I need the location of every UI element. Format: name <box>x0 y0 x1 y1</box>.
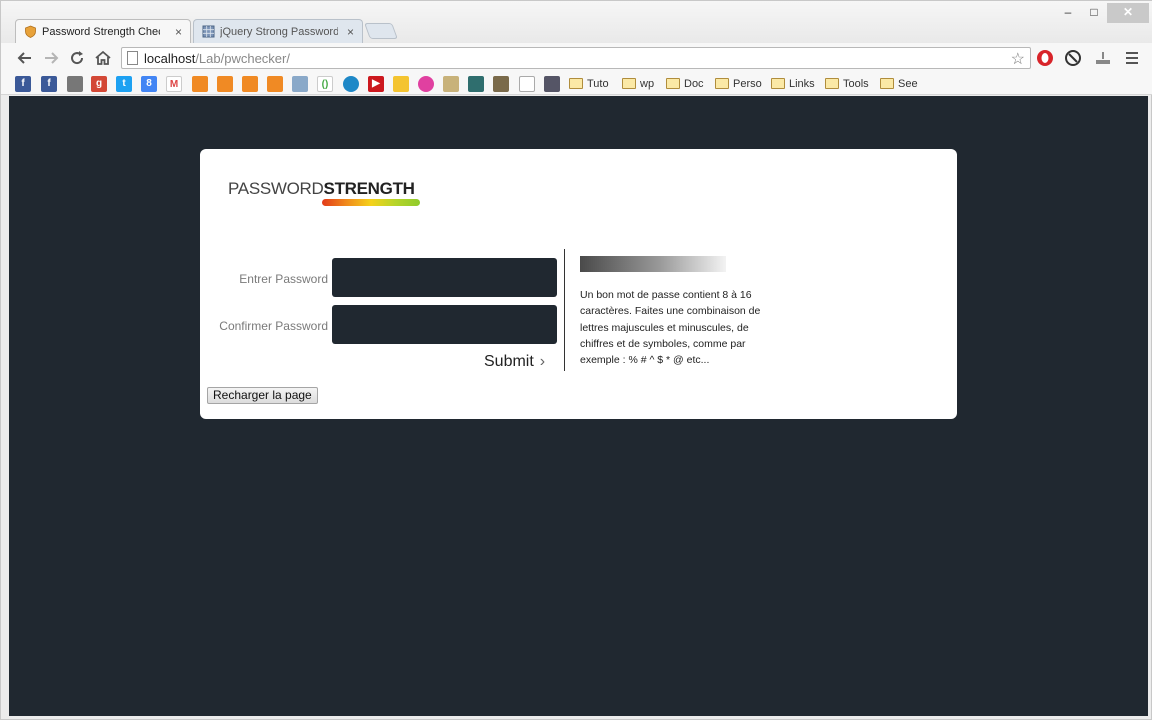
password-hint: Un bon mot de passe contient 8 à 16 cara… <box>580 289 761 367</box>
folder-icon <box>771 78 785 89</box>
bookmark-icon[interactable] <box>544 76 560 92</box>
confirm-password-input[interactable] <box>332 305 557 344</box>
confirm-password-label: Confirmer Password <box>219 319 328 333</box>
folder-icon <box>715 78 729 89</box>
google-icon[interactable]: 8 <box>141 76 157 92</box>
page-icon <box>127 51 138 65</box>
bookmark-icon[interactable] <box>292 76 308 92</box>
address-bar[interactable]: localhost/Lab/pwchecker/ ☆ <box>121 47 1031 69</box>
strength-meter <box>580 256 726 272</box>
bookmark-folder-label: Perso <box>733 78 762 90</box>
url-text: localhost/Lab/pwchecker/ <box>144 51 290 66</box>
bookmark-icon[interactable] <box>468 76 484 92</box>
forward-arrow-icon[interactable] <box>41 48 61 68</box>
bookmark-folder-links[interactable]: Links <box>771 76 815 92</box>
bookmark-icon[interactable]: () <box>317 76 333 92</box>
folder-icon <box>622 78 636 89</box>
bookmark-icon[interactable] <box>242 76 258 92</box>
chevron-right-icon: › <box>539 353 546 370</box>
password-label: Entrer Password <box>239 272 328 286</box>
twitter-icon[interactable]: t <box>116 76 132 92</box>
folder-icon <box>825 78 839 89</box>
extension-icon[interactable] <box>1064 49 1082 67</box>
bookmark-icon[interactable] <box>393 76 409 92</box>
bookmark-folder-wp[interactable]: wp <box>622 76 654 92</box>
bookmark-icon[interactable] <box>343 76 359 92</box>
back-arrow-icon[interactable] <box>15 48 35 68</box>
menu-icon[interactable] <box>1123 49 1141 67</box>
password-input[interactable] <box>332 258 557 297</box>
logo-strength-bar <box>322 199 420 206</box>
bookmark-icon[interactable] <box>519 76 535 92</box>
facebook-icon[interactable]: f <box>41 76 57 92</box>
folder-icon <box>666 78 680 89</box>
bookmark-folder-label: Tools <box>843 78 869 90</box>
tab-strip: Password Strength Check × jQuery Strong … <box>1 1 1152 43</box>
folder-icon <box>569 78 583 89</box>
facebook-icon[interactable]: f <box>15 76 31 92</box>
reload-icon[interactable] <box>67 48 87 68</box>
close-window-button[interactable]: ✕ <box>1107 3 1149 23</box>
home-icon[interactable] <box>93 48 113 68</box>
opera-extension-icon[interactable] <box>1036 49 1054 67</box>
grid-favicon-icon <box>202 25 215 38</box>
bookmark-folder-tools[interactable]: Tools <box>825 76 869 92</box>
bookmark-icon[interactable] <box>493 76 509 92</box>
bookmark-icon[interactable] <box>217 76 233 92</box>
new-tab-button[interactable] <box>364 23 398 39</box>
tab-jquery-strong-password[interactable]: jQuery Strong Password F × <box>193 19 363 43</box>
tab-title: jQuery Strong Password F <box>220 26 338 38</box>
bookmark-star-icon[interactable]: ☆ <box>1011 49 1025 69</box>
bookmark-icon[interactable] <box>418 76 434 92</box>
browser-window: Password Strength Check × jQuery Strong … <box>0 0 1152 720</box>
folder-icon <box>880 78 894 89</box>
submit-button[interactable]: Submit › <box>484 353 545 371</box>
url-host: localhost <box>144 51 196 66</box>
bookmark-folder-label: wp <box>640 78 655 90</box>
bookmark-folder-doc[interactable]: Doc <box>666 76 704 92</box>
bookmark-folder-perso[interactable]: Perso <box>715 76 762 92</box>
bookmark-icon[interactable] <box>67 76 83 92</box>
tab-close-icon[interactable]: × <box>347 20 354 43</box>
vertical-divider <box>564 249 565 371</box>
page-viewport: PASSWORDSTRENGTH Entrer Password Confirm… <box>9 96 1148 716</box>
gmail-icon[interactable]: M <box>166 76 182 92</box>
bookmark-folder-tuto[interactable]: Tuto <box>569 76 609 92</box>
password-strength-logo: PASSWORDSTRENGTH <box>228 179 415 199</box>
logo-light-text: PASSWORD <box>228 179 324 198</box>
tab-title: Password Strength Check <box>42 26 160 38</box>
shield-favicon-icon <box>25 25 36 38</box>
password-card: PASSWORDSTRENGTH Entrer Password Confirm… <box>200 149 957 419</box>
bookmark-icon[interactable] <box>192 76 208 92</box>
youtube-icon[interactable]: ▶ <box>368 76 384 92</box>
bookmark-folder-label: Links <box>789 78 815 90</box>
submit-label: Submit <box>484 353 534 370</box>
reload-page-button[interactable]: Recharger la page <box>207 387 318 404</box>
minimize-button[interactable]: – <box>1055 3 1081 23</box>
browser-toolbar: localhost/Lab/pwchecker/ ☆ <box>1 43 1152 73</box>
tab-password-strength[interactable]: Password Strength Check × <box>15 19 191 43</box>
logo-bold-text: STRENGTH <box>323 179 415 198</box>
bookmark-folder-label: See <box>898 78 918 90</box>
download-extension-icon[interactable] <box>1094 49 1112 67</box>
bookmark-folder-see[interactable]: See <box>880 76 918 92</box>
bookmark-icon[interactable] <box>443 76 459 92</box>
google-plus-icon[interactable]: g <box>91 76 107 92</box>
maximize-button[interactable]: □ <box>1081 3 1107 23</box>
bookmarks-bar: f f g t 8 M () ▶ Tuto wp Doc Perso Links… <box>1 73 1152 95</box>
url-path: /Lab/pwchecker/ <box>195 51 290 66</box>
window-controls: – □ ✕ <box>1055 3 1149 23</box>
tab-close-icon[interactable]: × <box>175 20 182 43</box>
bookmark-folder-label: Tuto <box>587 78 609 90</box>
bookmark-folder-label: Doc <box>684 78 704 90</box>
bookmark-icon[interactable] <box>267 76 283 92</box>
